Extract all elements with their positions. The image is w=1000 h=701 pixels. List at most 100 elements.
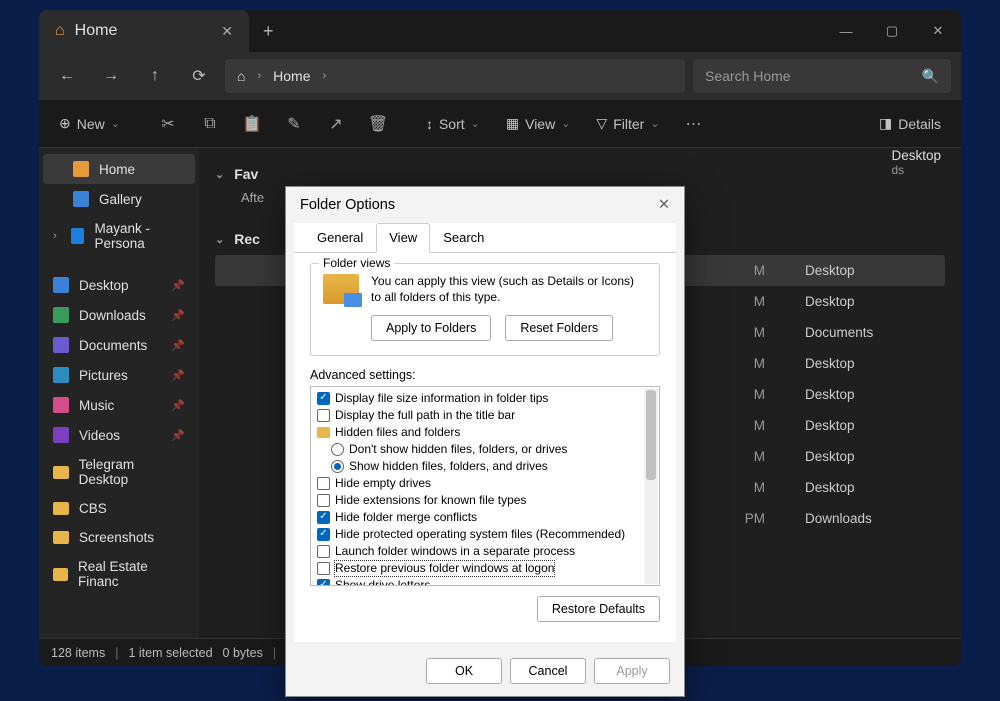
sidebar-item-mayank---persona[interactable]: ›Mayank - Persona [43, 214, 195, 258]
sidebar-item-downloads[interactable]: Downloads📌 [43, 300, 195, 330]
scrollbar-thumb[interactable] [646, 390, 656, 480]
advanced-settings-tree[interactable]: ✓Display file size information in folder… [310, 386, 660, 586]
refresh-button[interactable]: ⟳ [181, 58, 217, 94]
sidebar-item-videos[interactable]: Videos📌 [43, 420, 195, 450]
chevron-down-icon: ⌄ [215, 168, 224, 181]
sort-icon: ↕ [426, 116, 433, 132]
folder-views-group: Folder views You can apply this view (su… [310, 263, 660, 356]
breadcrumb[interactable]: ⌂ › Home › [225, 59, 685, 93]
sidebar-item-documents[interactable]: Documents📌 [43, 330, 195, 360]
sidebar-item-home[interactable]: Home [43, 154, 195, 184]
scrollbar[interactable] [644, 388, 658, 584]
share-button[interactable]: ↗ [318, 106, 354, 142]
back-button[interactable]: ← [49, 58, 85, 94]
apply-to-folders-button[interactable]: Apply to Folders [371, 315, 491, 341]
radio[interactable] [331, 443, 344, 456]
close-tab-icon[interactable]: ✕ [221, 23, 233, 40]
paste-button[interactable]: 📋 [234, 106, 270, 142]
location-label: Desktop [891, 148, 941, 163]
pin-icon: 📌 [171, 339, 185, 352]
folder-icon [53, 466, 69, 479]
view-button[interactable]: ▦View⌄ [496, 109, 581, 138]
pin-icon: 📌 [171, 429, 185, 442]
search-icon: 🔍 [922, 68, 939, 85]
delete-button[interactable]: 🗑 [360, 106, 396, 142]
new-button[interactable]: ⊕New⌄ [49, 109, 130, 138]
filter-button[interactable]: ▽Filter⌄ [586, 109, 669, 138]
tab-home[interactable]: ⌂ Home ✕ [39, 10, 249, 52]
folder-icon [53, 337, 69, 353]
tree-item[interactable]: ✓Hide folder merge conflicts [317, 509, 653, 526]
checkbox[interactable] [317, 409, 330, 422]
restore-defaults-button[interactable]: Restore Defaults [537, 596, 660, 622]
sidebar-item-pictures[interactable]: Pictures📌 [43, 360, 195, 390]
tree-item[interactable]: Restore previous folder windows at logon [317, 560, 653, 577]
sidebar-item-cbs[interactable]: CBS [43, 494, 195, 523]
location-sub: ds [891, 163, 941, 177]
folder-icon [53, 307, 69, 323]
checkbox[interactable] [317, 494, 330, 507]
sidebar-item-music[interactable]: Music📌 [43, 390, 195, 420]
tree-item[interactable]: ✓Display file size information in folder… [317, 390, 653, 407]
checkbox[interactable]: ✓ [317, 528, 330, 541]
checkbox[interactable] [317, 562, 330, 575]
sidebar-item-desktop[interactable]: Desktop📌 [43, 270, 195, 300]
apply-button[interactable]: Apply [594, 658, 670, 684]
advanced-settings-label: Advanced settings: [310, 368, 660, 382]
chevron-right-icon: › [323, 70, 327, 82]
sidebar: HomeGallery›Mayank - Persona Desktop📌Down… [39, 148, 199, 638]
copy-button[interactable]: ⧉ [192, 106, 228, 142]
tree-item[interactable]: Hide extensions for known file types [317, 492, 653, 509]
tree-item[interactable]: Hidden files and folders [317, 424, 653, 441]
tab-general[interactable]: General [304, 223, 376, 252]
checkbox[interactable]: ✓ [317, 392, 330, 405]
chevron-down-icon: ⌄ [215, 233, 224, 246]
sidebar-item-gallery[interactable]: Gallery [43, 184, 195, 214]
close-icon[interactable]: ✕ [658, 197, 670, 213]
tree-item[interactable]: Hide empty drives [317, 475, 653, 492]
filter-icon: ▽ [596, 115, 607, 132]
tab-title: Home [75, 22, 118, 40]
checkbox[interactable] [317, 477, 330, 490]
item-count: 128 items [51, 646, 105, 660]
breadcrumb-item[interactable]: Home [273, 68, 310, 84]
checkbox[interactable]: ✓ [317, 579, 330, 586]
cancel-button[interactable]: Cancel [510, 658, 586, 684]
more-button[interactable]: ⋯ [676, 106, 712, 142]
new-tab-button[interactable]: + [249, 21, 288, 42]
details-icon: ◨ [879, 115, 892, 132]
tree-item[interactable]: ✓Show drive letters [317, 577, 653, 586]
folder-icon [53, 502, 69, 515]
pin-icon: 📌 [171, 309, 185, 322]
tree-item[interactable]: Display the full path in the title bar [317, 407, 653, 424]
search-input[interactable]: Search Home 🔍 [693, 59, 951, 93]
rename-button[interactable]: ✎ [276, 106, 312, 142]
sidebar-item-screenshots[interactable]: Screenshots [43, 523, 195, 552]
maximize-button[interactable]: ▢ [869, 13, 915, 49]
sort-button[interactable]: ↕Sort⌄ [416, 110, 490, 138]
selected-count: 1 item selected [128, 646, 212, 660]
tree-item[interactable]: Don't show hidden files, folders, or dri… [317, 441, 653, 458]
pin-icon: 📌 [171, 369, 185, 382]
up-button[interactable]: ↑ [137, 58, 173, 94]
forward-button[interactable]: → [93, 58, 129, 94]
checkbox[interactable] [317, 545, 330, 558]
tree-item[interactable]: ✓Hide protected operating system files (… [317, 526, 653, 543]
folder-icon [317, 427, 330, 438]
radio[interactable] [331, 460, 344, 473]
checkbox[interactable]: ✓ [317, 511, 330, 524]
reset-folders-button[interactable]: Reset Folders [505, 315, 613, 341]
tab-search[interactable]: Search [430, 223, 497, 252]
minimize-button[interactable]: — [823, 13, 869, 49]
close-window-button[interactable]: ✕ [915, 13, 961, 49]
sidebar-item-real-estate-financ[interactable]: Real Estate Financ [43, 552, 195, 596]
home-icon: ⌂ [237, 68, 245, 84]
tree-item[interactable]: Show hidden files, folders, and drives [317, 458, 653, 475]
toolbar: ⊕New⌄ ✂ ⧉ 📋 ✎ ↗ 🗑 ↕Sort⌄ ▦View⌄ ▽Filter⌄… [39, 100, 961, 148]
ok-button[interactable]: OK [426, 658, 502, 684]
tree-item[interactable]: Launch folder windows in a separate proc… [317, 543, 653, 560]
tab-view[interactable]: View [376, 223, 430, 253]
sidebar-item-telegram-desktop[interactable]: Telegram Desktop [43, 450, 195, 494]
cut-button[interactable]: ✂ [150, 106, 186, 142]
details-button[interactable]: ◨Details [869, 109, 951, 138]
